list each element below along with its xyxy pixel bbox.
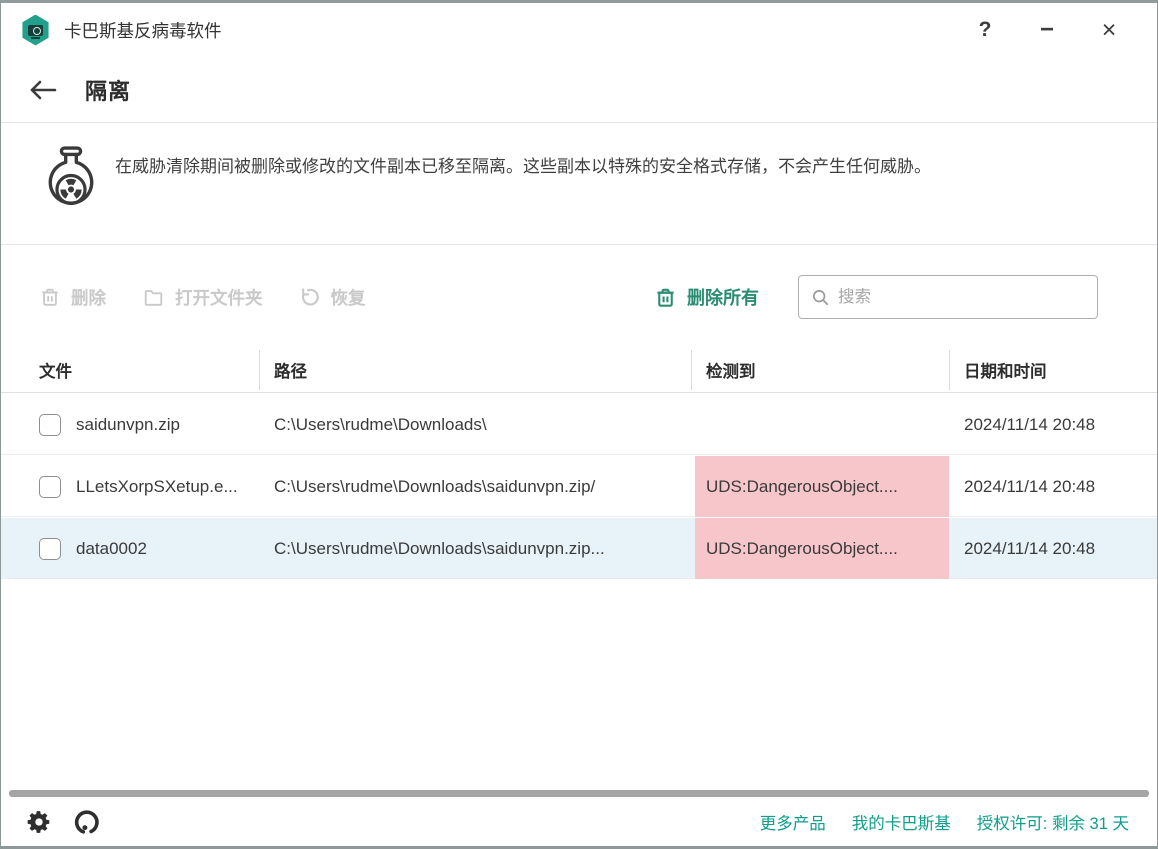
page-header: 隔离: [1, 57, 1157, 123]
flask-radiation-icon: [37, 143, 105, 224]
column-header-detected[interactable]: 检测到: [706, 346, 756, 398]
headset-icon: [74, 809, 101, 836]
app-window: 卡巴斯基反病毒软件 ? − × 隔离: [0, 0, 1158, 849]
footer: 更多产品 我的卡巴斯基 授权许可: 剩余 31 天: [1, 797, 1157, 847]
detection-cell: UDS:DangerousObject....: [695, 456, 949, 517]
delete-label: 删除: [71, 285, 106, 310]
footer-links: 更多产品 我的卡巴斯基 授权许可: 剩余 31 天: [760, 810, 1157, 834]
page-title: 隔离: [85, 74, 131, 106]
datetime-cell: 2024/11/14 20:48: [964, 518, 1144, 579]
horizontal-scrollbar[interactable]: [9, 790, 1149, 797]
selection-actions: 删除 打开文件夹 恢复: [39, 275, 366, 319]
gear-icon: [26, 809, 52, 835]
table-row[interactable]: data0002 C:\Users\rudme\Downloads\saidun…: [1, 518, 1157, 579]
row-checkbox[interactable]: [39, 414, 61, 436]
trash-icon: [39, 286, 61, 308]
file-cell: saidunvpn.zip: [76, 394, 258, 455]
file-cell: LLetsXorpSXetup.e...: [76, 456, 258, 517]
table-row[interactable]: saidunvpn.zip C:\Users\rudme\Downloads\ …: [1, 394, 1157, 455]
row-checkbox[interactable]: [39, 476, 61, 498]
back-arrow-icon: [29, 79, 57, 101]
delete-all-label: 删除所有: [687, 284, 759, 310]
toolbar: 删除 打开文件夹 恢复: [1, 245, 1157, 346]
window-controls: ? − ×: [959, 10, 1157, 50]
delete-all-button[interactable]: 删除所有: [654, 275, 759, 319]
file-cell: data0002: [76, 518, 258, 579]
trash-icon: [654, 286, 677, 309]
column-header-path[interactable]: 路径: [274, 346, 307, 398]
datetime-cell: 2024/11/14 20:48: [964, 456, 1144, 517]
open-folder-label: 打开文件夹: [175, 285, 263, 310]
open-folder-button[interactable]: 打开文件夹: [142, 285, 263, 310]
search-icon: [811, 288, 830, 307]
license-link[interactable]: 授权许可: 剩余 31 天: [977, 810, 1129, 834]
my-kaspersky-link[interactable]: 我的卡巴斯基: [852, 810, 951, 834]
delete-button[interactable]: 删除: [39, 285, 106, 310]
kaspersky-logo-icon: [21, 15, 50, 46]
path-cell: C:\Users\rudme\Downloads\saidunvpn.zip/: [274, 456, 688, 517]
restore-icon: [299, 286, 321, 308]
column-divider: [259, 350, 260, 390]
support-button[interactable]: [74, 809, 101, 836]
back-button[interactable]: [25, 72, 61, 108]
column-divider: [949, 350, 950, 390]
settings-button[interactable]: [26, 809, 52, 835]
path-cell: C:\Users\rudme\Downloads\: [274, 394, 688, 455]
detection-cell: UDS:DangerousObject....: [695, 518, 949, 579]
restore-label: 恢复: [331, 285, 366, 310]
path-cell: C:\Users\rudme\Downloads\saidunvpn.zip..…: [274, 518, 688, 579]
folder-icon: [142, 286, 165, 308]
table-header: 文件 路径 检测到 日期和时间: [1, 346, 1157, 393]
quarantine-info: 在威胁清除期间被删除或修改的文件副本已移至隔离。这些副本以特殊的安全格式存储，不…: [1, 124, 1157, 245]
more-products-link[interactable]: 更多产品: [760, 810, 826, 834]
column-header-datetime[interactable]: 日期和时间: [964, 346, 1047, 398]
datetime-cell: 2024/11/14 20:48: [964, 394, 1144, 455]
quarantine-description: 在威胁清除期间被删除或修改的文件副本已移至隔离。这些副本以特殊的安全格式存储，不…: [115, 151, 1105, 182]
help-button[interactable]: ?: [959, 10, 1011, 50]
restore-button[interactable]: 恢复: [299, 285, 366, 310]
app-title: 卡巴斯基反病毒软件: [64, 18, 222, 43]
column-divider: [691, 350, 692, 390]
table-row[interactable]: LLetsXorpSXetup.e... C:\Users\rudme\Down…: [1, 456, 1157, 517]
row-checkbox[interactable]: [39, 538, 61, 560]
search-input[interactable]: [838, 288, 1089, 307]
search-box: [798, 275, 1098, 319]
column-header-file[interactable]: 文件: [39, 346, 72, 398]
titlebar: 卡巴斯基反病毒软件 ? − ×: [1, 3, 1157, 57]
close-button[interactable]: ×: [1083, 10, 1135, 50]
minimize-button[interactable]: −: [1021, 10, 1073, 50]
